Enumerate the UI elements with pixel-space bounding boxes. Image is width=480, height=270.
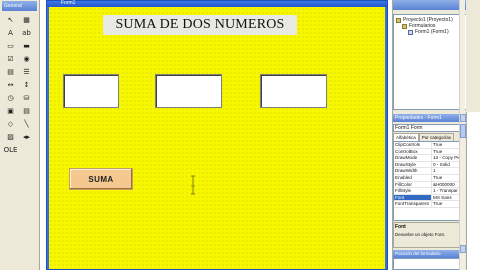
toolbox-grid: ↖ ▦ Aab ▭ ▬ ☑ ◉ ▤ ☰ ↔ ↕ ◷ ⛁ ▣ ▤ ◇ ╲ ▨ ◂▸ OLE [4,14,36,156]
property-row[interactable]: DrawStyle 0 - Solid [394,161,464,169]
first-number-textbox[interactable] [63,74,119,108]
property-row[interactable]: Enabled True [394,174,464,182]
tool-command-button-icon[interactable]: ▬ [20,40,33,51]
tab-alphabetic[interactable]: Alfabética [393,133,419,141]
tool-option-button-icon[interactable]: ◉ [20,53,33,64]
tool-dirlistbox-icon[interactable]: ▣ [4,105,17,116]
properties-object-combo[interactable]: Form1 Form [393,124,463,132]
property-key: DrawWidth [394,168,432,174]
form-caption-text: Form1 [61,0,76,6]
window-edge [466,0,480,270]
property-key: FontTransparent [394,201,432,207]
description-name: Font [395,224,406,230]
properties-description: Font Devuelve un objeto Font. [393,222,465,248]
tool-checkbox-icon[interactable]: ☑ [4,53,17,64]
tool-textbox-icon[interactable]: ab [20,27,33,38]
property-key: DrawMode [394,155,432,161]
result-textbox[interactable] [260,74,327,108]
tool-filelistbox-icon[interactable]: ▤ [20,105,33,116]
tool-frame-icon[interactable]: ▭ [4,40,17,51]
form-layout-body [393,258,465,270]
tree-item-form1[interactable]: Form1 (Form1) [408,29,449,35]
second-number-textbox[interactable] [155,74,222,108]
properties-tabs: Alfabética Por categorías [393,133,465,141]
vertical-scrollbar[interactable] [459,0,466,270]
property-key: FillColor [394,181,432,188]
form-icon [408,29,413,35]
tab-categorized[interactable]: Por categorías [418,133,455,141]
tool-drivelistbox-icon[interactable]: ⛁ [20,92,33,103]
property-row[interactable]: Font MS Sans [394,194,464,202]
property-row[interactable]: DrawMode 13 - Copy Pe [394,155,464,162]
tool-line-icon[interactable]: ╲ [20,118,33,129]
property-row[interactable]: FillStyle 1 - Transpar [394,188,464,195]
tool-data-icon[interactable]: ◂▸ [20,131,33,142]
properties-grid: ClipControls True ControlBox True DrawMode 13… [393,141,465,221]
property-key: ClipControls [394,142,432,148]
vb6-ide: General ↖ ▦ Aab ▭ ▬ ☑ ◉ ▤ ☰ ↔ ↕ ◷ ⛁ ▣ ▤ ◇ ╲ ▨ ◂▸ OLE Form1 … [0,0,480,270]
text-cursor-icon [191,175,195,195]
form-client-area[interactable]: SUMA DE DOS NUMEROS SUMA [49,7,385,269]
title-label[interactable]: SUMA DE DOS NUMEROS [103,15,297,35]
tool-image-icon[interactable]: ▨ [4,131,17,142]
form-window[interactable]: Form1 SUMA DE DOS NUMEROS SUMA [46,0,388,270]
tool-picture-icon[interactable]: ▦ [20,14,33,25]
property-row[interactable]: FillColor &H000000 [394,181,464,189]
edge-panel [466,112,480,270]
property-key: Font [394,194,432,201]
form-layout-titlebar[interactable]: Posición del formulario [393,250,465,258]
tool-label-icon[interactable]: A [4,27,17,38]
property-row[interactable]: ClipControls True [394,142,464,149]
tool-hscrollbar-icon[interactable]: ↔ [4,79,17,90]
project-icon [396,17,401,23]
tool-listbox-icon[interactable]: ☰ [20,66,33,77]
folder-icon [402,23,407,29]
tool-pointer-icon[interactable]: ↖ [4,14,17,25]
tool-ole-icon[interactable]: OLE [4,144,18,155]
toolbox-title: General [2,1,37,11]
tree-item-label: Form1 (Form1) [415,29,449,35]
property-key: ControlBox [394,148,432,155]
tool-vscrollbar-icon[interactable]: ↕ [20,79,33,90]
tool-timer-icon[interactable]: ◷ [4,92,17,103]
property-key: FillStyle [394,188,432,194]
description-text: Devuelve un objeto Font. [395,232,446,237]
property-row[interactable]: FontTransparent True [394,201,464,208]
property-key: Enabled [394,174,432,181]
property-row[interactable]: DrawWidth 1 [394,168,464,175]
suma-button[interactable]: SUMA [69,168,133,190]
tool-combobox-icon[interactable]: ▤ [4,66,17,77]
property-key: DrawStyle [394,161,432,168]
properties-titlebar[interactable]: Propiedades - Form1 [393,114,465,122]
property-row[interactable]: ControlBox True [394,148,464,156]
tool-shape-icon[interactable]: ◇ [4,118,17,129]
toolbox: General ↖ ▦ Aab ▭ ▬ ☑ ◉ ▤ ☰ ↔ ↕ ◷ ⛁ ▣ ▤ ◇ ╲ ▨ ◂▸ OLE [0,0,40,270]
